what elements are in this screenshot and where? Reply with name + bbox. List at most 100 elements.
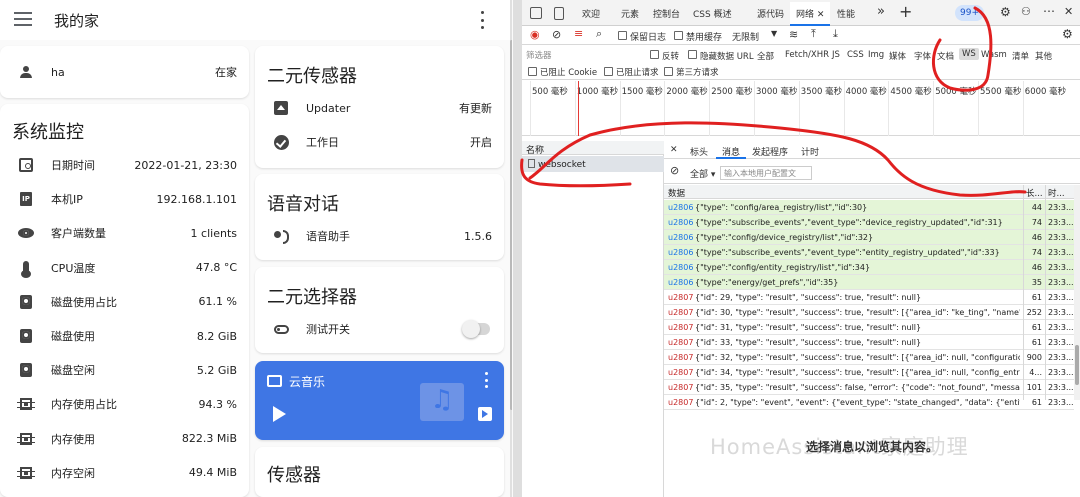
- system-monitor-row[interactable]: 磁盘使用占比 61.1 %: [0, 285, 249, 319]
- message-row[interactable]: u2807 {"id": 29, "type": "result", "succe…: [664, 290, 1074, 305]
- person-row[interactable]: ha 在家: [0, 55, 249, 89]
- add-tab-icon[interactable]: +: [899, 2, 912, 21]
- tab-welcome[interactable]: 欢迎: [582, 7, 600, 20]
- network-timeline[interactable]: 500 毫秒 1000 毫秒 1500 毫秒 2000 毫秒 2500 毫秒 3000 毫…: [522, 81, 1080, 136]
- clear-messages-icon[interactable]: ⊘: [670, 164, 679, 177]
- devtools-splitter[interactable]: [513, 0, 522, 497]
- system-monitor-row[interactable]: 磁盘使用 8.2 GiB: [0, 319, 249, 353]
- message-row[interactable]: u2806 {"type":"subscribe_events","event_t…: [664, 215, 1074, 230]
- system-monitor-row[interactable]: 客户端数量 1 clients: [0, 216, 249, 250]
- message-filter-input[interactable]: 输入本地用户配置文: [720, 166, 812, 180]
- voice-assistant-row[interactable]: 语音助手 1.5.6: [255, 219, 504, 253]
- close-tab-icon[interactable]: ✕: [817, 10, 825, 20]
- data-column-header[interactable]: 数据: [668, 187, 685, 199]
- filter-type-doc[interactable]: 文档: [937, 50, 954, 62]
- message-row[interactable]: u2807 {"id": 31, "type": "result", "succe…: [664, 320, 1074, 335]
- tab-sources[interactable]: 源代码: [757, 7, 784, 20]
- playlist-icon[interactable]: [478, 407, 492, 421]
- filter-type-other[interactable]: 其他: [1035, 50, 1052, 62]
- filter-type-img[interactable]: Img: [868, 50, 884, 60]
- export-icon[interactable]: ⤓: [833, 27, 838, 41]
- filter-type-js[interactable]: JS: [832, 50, 840, 60]
- more-tabs-icon[interactable]: »: [877, 4, 885, 19]
- updater-row[interactable]: Updater 有更新: [255, 91, 504, 125]
- more-menu-icon[interactable]: ⋯: [1043, 4, 1055, 18]
- record-icon[interactable]: ◉: [530, 28, 540, 41]
- filter-type-font[interactable]: 字体: [914, 50, 931, 62]
- request-row-websocket[interactable]: websocket: [522, 156, 664, 172]
- more-options-icon[interactable]: [474, 11, 490, 29]
- tab-messages[interactable]: 消息: [716, 142, 747, 159]
- message-row[interactable]: u2806 {"type":"config/device_registry/lis…: [664, 230, 1074, 245]
- chevron-down-icon[interactable]: ▼: [771, 29, 777, 38]
- inspect-element-icon[interactable]: [530, 7, 542, 19]
- wifi-icon[interactable]: ≋: [789, 28, 798, 41]
- filter-icon[interactable]: ≡: [574, 27, 583, 40]
- tab-console[interactable]: 控制台: [653, 7, 680, 20]
- blocked-requests-checkbox[interactable]: [604, 67, 613, 76]
- search-icon[interactable]: ⌕: [596, 27, 602, 41]
- filter-type-wasm[interactable]: Wasm: [981, 50, 1007, 60]
- name-column-header[interactable]: 名称: [522, 141, 664, 156]
- system-monitor-row[interactable]: 磁盘空闲 5.2 GiB: [0, 353, 249, 387]
- system-monitor-row[interactable]: 日期时间 2022-01-21, 23:30: [0, 148, 249, 182]
- third-party-checkbox[interactable]: [664, 67, 673, 76]
- message-type-select[interactable]: 全部 ▾: [690, 167, 715, 180]
- media-more-icon[interactable]: [483, 372, 489, 388]
- messages-scrollbar[interactable]: [1074, 185, 1080, 400]
- filter-type-css[interactable]: CSS: [847, 50, 864, 60]
- menu-icon[interactable]: [14, 12, 32, 28]
- message-row[interactable]: u2807 {"id": 30, "type": "result", "succe…: [664, 305, 1074, 320]
- message-row[interactable]: u2806 {"type":"config/entity_registry/lis…: [664, 260, 1074, 275]
- system-monitor-row[interactable]: IP 本机IP 192.168.1.101: [0, 182, 249, 216]
- filter-input[interactable]: 筛选器: [526, 49, 646, 61]
- filter-type-fetch[interactable]: Fetch/XHR: [785, 50, 829, 60]
- settings-icon[interactable]: ⚙: [1000, 5, 1011, 19]
- message-row[interactable]: u2807 {"id": 35, "type": "result", "succe…: [664, 380, 1074, 395]
- message-row[interactable]: u2806 {"type":"subscribe_events","event_t…: [664, 245, 1074, 260]
- tab-headers[interactable]: 标头: [690, 145, 708, 158]
- throttle-select[interactable]: 无限制: [732, 30, 759, 43]
- message-row[interactable]: u2807 {"id": 33, "type": "result", "succe…: [664, 335, 1074, 350]
- tab-performance[interactable]: 性能: [837, 7, 855, 20]
- network-settings-icon[interactable]: ⚙: [1062, 27, 1073, 41]
- play-icon[interactable]: [273, 406, 286, 422]
- customize-icon[interactable]: ⚇: [1021, 5, 1031, 18]
- filter-type-media[interactable]: 媒体: [889, 50, 906, 62]
- messages-scrollbar-thumb[interactable]: [1075, 345, 1079, 385]
- workday-row[interactable]: 工作日 开启: [255, 125, 504, 159]
- filter-type-ws[interactable]: WS: [959, 48, 979, 60]
- invert-checkbox[interactable]: [650, 50, 659, 59]
- message-row[interactable]: u2807 {"id": 2, "type": "event", "event":…: [664, 395, 1074, 410]
- disable-cache-checkbox[interactable]: [674, 31, 683, 40]
- message-row[interactable]: u2806 {"type": "config/area_registry/list…: [664, 200, 1074, 215]
- length-column-header[interactable]: 长...: [1026, 187, 1043, 199]
- message-row[interactable]: u2807 {"id": 32, "type": "result", "succe…: [664, 350, 1074, 365]
- system-monitor-row[interactable]: CPU温度 47.8 °C: [0, 251, 249, 285]
- time-column-header[interactable]: 时...: [1048, 187, 1065, 199]
- tab-network[interactable]: 网络 ✕: [790, 2, 831, 26]
- system-monitor-row[interactable]: 内存使用 822.3 MiB: [0, 422, 249, 456]
- tab-initiator[interactable]: 发起程序: [752, 145, 788, 158]
- import-icon[interactable]: ⤒: [811, 27, 816, 41]
- system-monitor-row[interactable]: 内存使用占比 94.3 %: [0, 387, 249, 421]
- ha-scrollbar[interactable]: [510, 0, 512, 497]
- message-row[interactable]: u2807 {"id": 34, "type": "result", "succe…: [664, 365, 1074, 380]
- close-devtools-icon[interactable]: ✕: [1064, 5, 1073, 18]
- tab-css-overview[interactable]: CSS 概述: [693, 7, 732, 20]
- blocked-cookies-checkbox[interactable]: [528, 67, 537, 76]
- filter-type-manifest[interactable]: 清单: [1012, 50, 1029, 62]
- ha-scrollbar-thumb[interactable]: [510, 40, 512, 410]
- message-row[interactable]: u2806 {"type":"energy/get_prefs","id":35}…: [664, 275, 1074, 290]
- tab-timing[interactable]: 计时: [801, 145, 819, 158]
- issues-badge[interactable]: 99+: [955, 5, 984, 21]
- device-toolbar-icon[interactable]: [554, 7, 564, 20]
- preserve-log-checkbox[interactable]: [618, 31, 627, 40]
- test-switch-toggle[interactable]: [462, 320, 490, 338]
- tab-elements[interactable]: 元素: [621, 7, 639, 20]
- system-monitor-row[interactable]: 内存空闲 49.4 MiB: [0, 456, 249, 490]
- hide-data-url-checkbox[interactable]: [688, 50, 697, 59]
- clear-icon[interactable]: ⊘: [552, 28, 561, 41]
- close-detail-icon[interactable]: ✕: [670, 145, 678, 155]
- filter-type-all[interactable]: 全部: [757, 50, 774, 62]
